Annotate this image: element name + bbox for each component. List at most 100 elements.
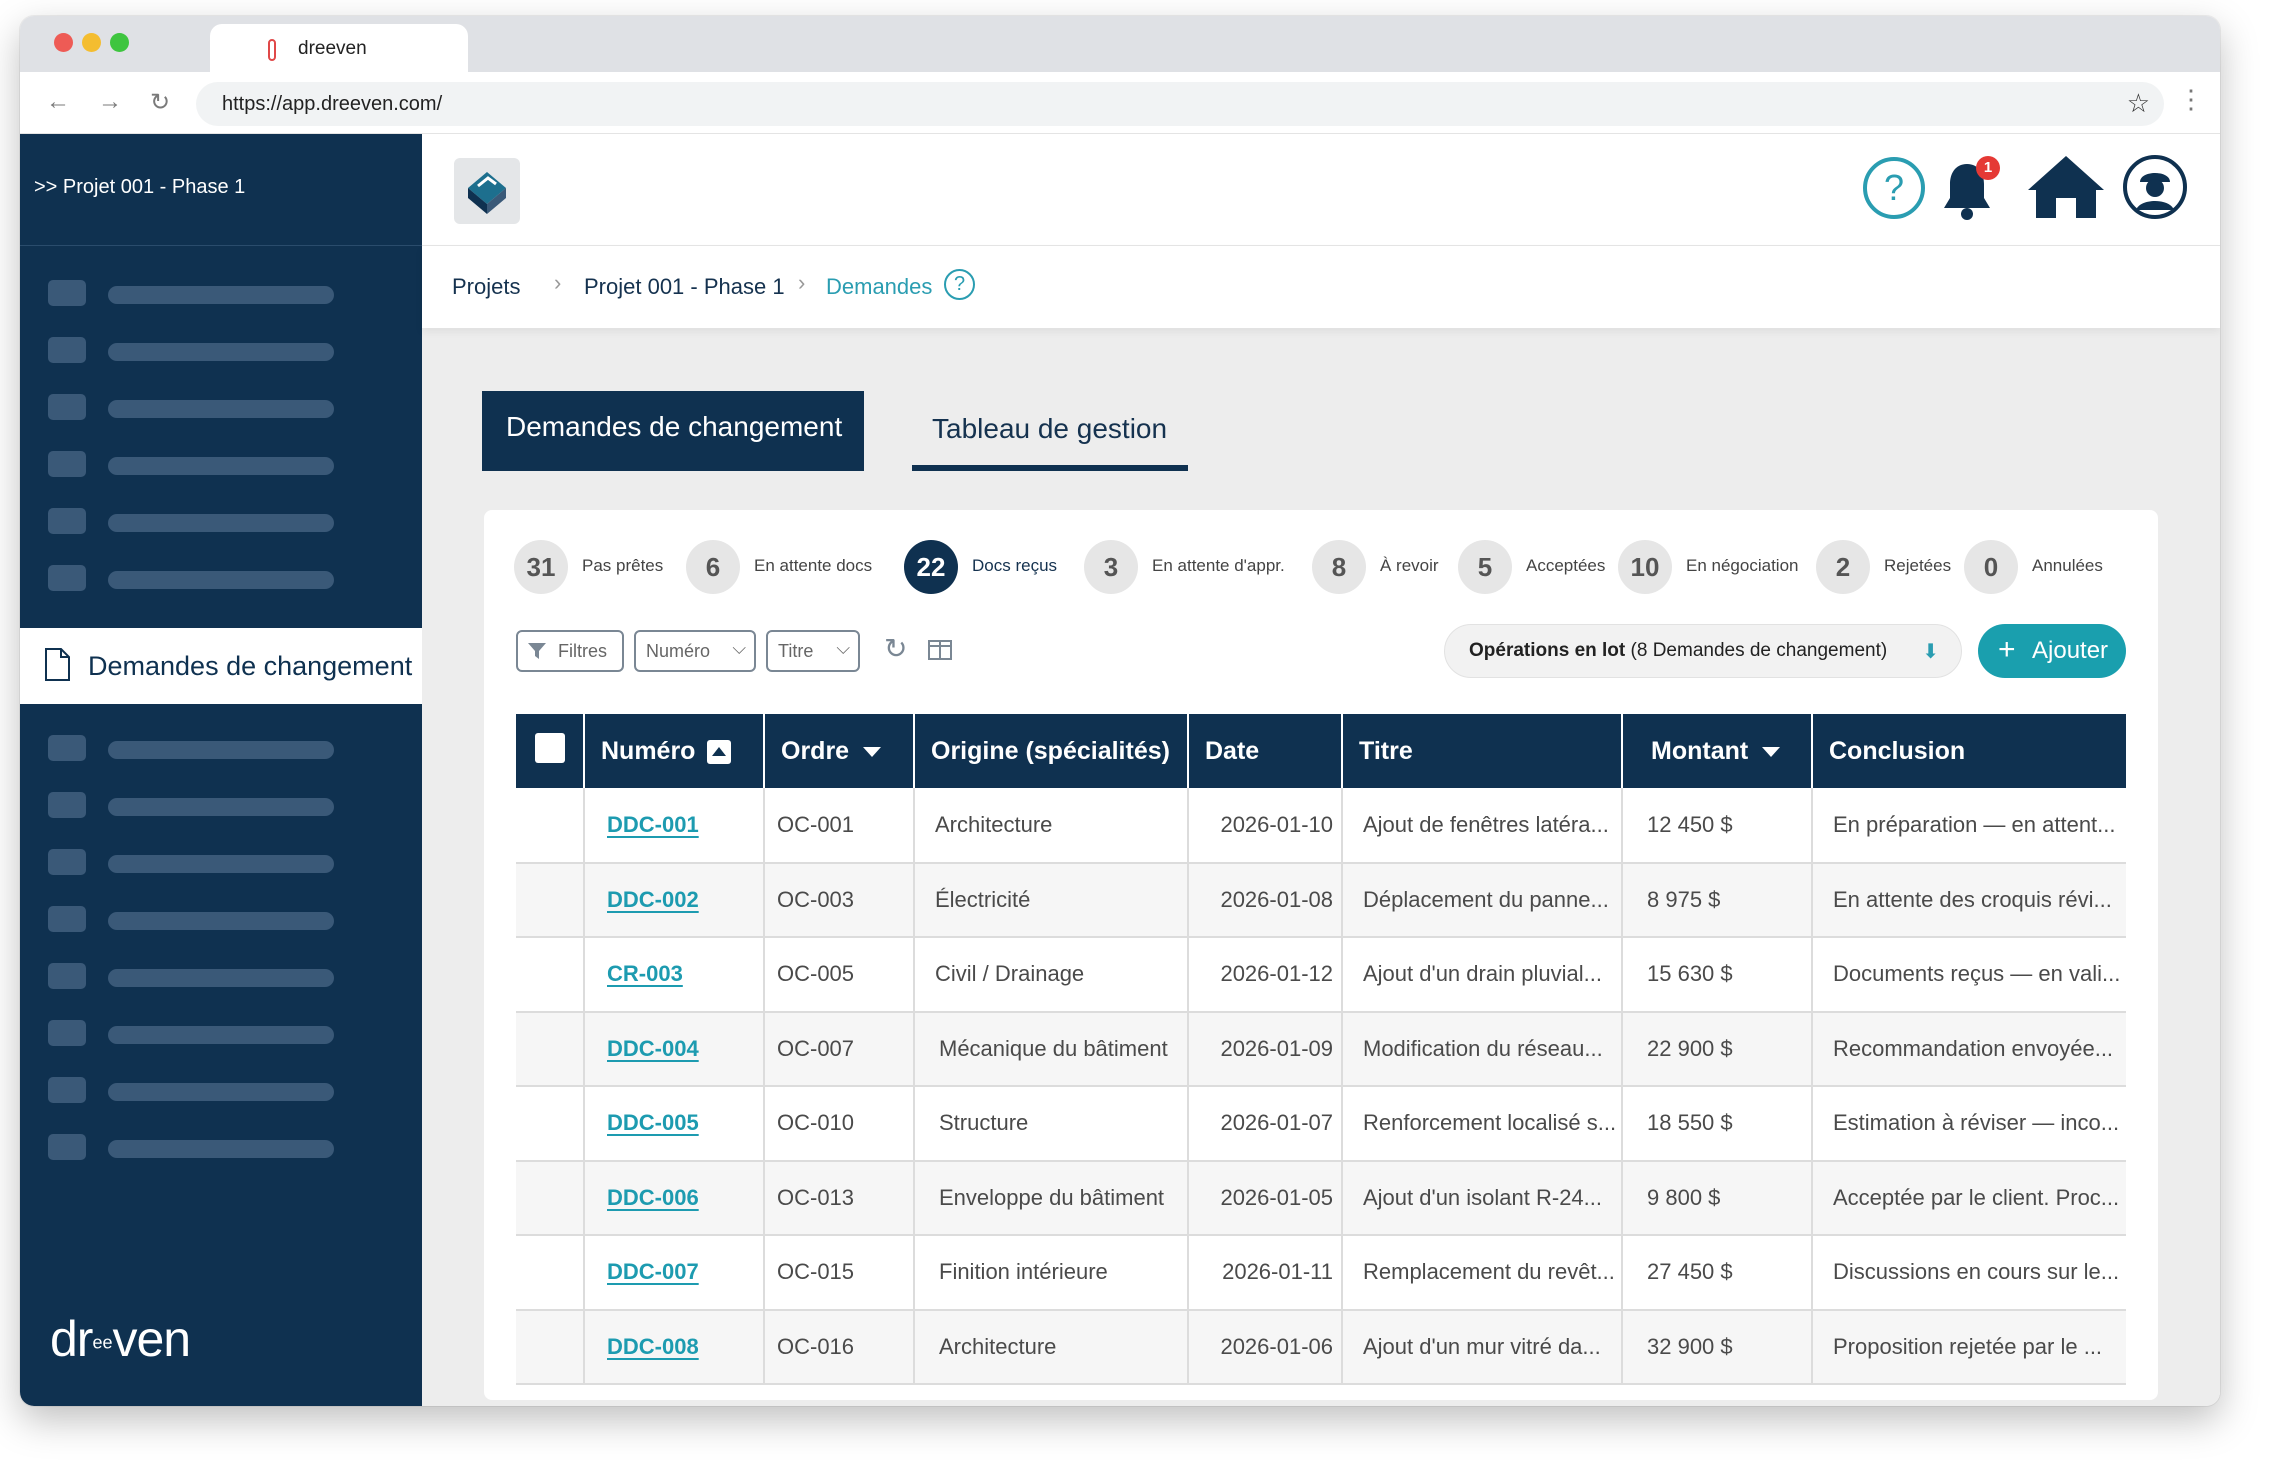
column-header-titre[interactable]: Titre bbox=[1342, 714, 1623, 788]
numero-select[interactable]: Numéro ⌵ bbox=[634, 630, 756, 672]
sidebar-item-placeholder[interactable] bbox=[48, 394, 378, 420]
sidebar-item-placeholder[interactable] bbox=[48, 280, 378, 306]
titre-cell: Ajout d'un mur vitré da... bbox=[1342, 1309, 1623, 1385]
row-checkbox-cell[interactable] bbox=[516, 1235, 585, 1311]
request-link[interactable]: DDC-004 bbox=[607, 1036, 699, 1061]
sidebar-item-placeholder[interactable] bbox=[48, 849, 378, 875]
column-header-date[interactable]: Date bbox=[1188, 714, 1343, 788]
user-avatar-icon[interactable] bbox=[2122, 154, 2188, 220]
stat-label: Pas prêtes bbox=[582, 556, 664, 575]
browser-menu-icon[interactable]: ⋮ bbox=[2178, 84, 2204, 115]
request-link[interactable]: DDC-006 bbox=[607, 1185, 699, 1210]
requests-card: 31 Pas prêtes 6 En attente docs 22 Docs reç… bbox=[484, 510, 2158, 1400]
conclusion-cell: En préparation — en attent... bbox=[1812, 788, 2126, 864]
origine-cell: Architecture bbox=[914, 788, 1189, 864]
table-row[interactable]: DDC-008 OC-016 Architecture 2026-01-06 A… bbox=[516, 1309, 2126, 1385]
help-icon[interactable]: ? bbox=[1862, 156, 1926, 220]
sidebar-item-placeholder[interactable] bbox=[48, 451, 378, 477]
table-row[interactable]: DDC-005 OC-010 Structure 2026-01-07 Renf… bbox=[516, 1086, 2126, 1162]
browser-tab[interactable]: dreeven bbox=[210, 24, 468, 72]
columns-icon[interactable] bbox=[928, 640, 952, 660]
tab-tableau[interactable]: Tableau de gestion bbox=[912, 391, 1188, 471]
row-checkbox-cell[interactable] bbox=[516, 1309, 585, 1385]
url-text: https://app.dreeven.com/ bbox=[222, 93, 443, 115]
breadcrumb-projets[interactable]: Projets bbox=[452, 274, 520, 300]
tab-demandes[interactable]: Demandes de changement bbox=[482, 391, 864, 471]
batch-operations-button[interactable]: Opérations en lot (8 Demandes de changem… bbox=[1444, 624, 1962, 678]
request-link[interactable]: CR-003 bbox=[607, 961, 683, 986]
table-row[interactable]: DDC-002 OC-003 Électricité 2026-01-08 Dé… bbox=[516, 862, 2126, 938]
montant-cell: 27 450 $ bbox=[1622, 1235, 1813, 1311]
sidebar-project-link[interactable]: >> Projet 001 - Phase 1 bbox=[34, 176, 245, 199]
table-row[interactable]: CR-003 OC-005 Civil / Drainage 2026-01-1… bbox=[516, 937, 2126, 1013]
sidebar-item-placeholder[interactable] bbox=[48, 1077, 378, 1103]
stat-label: En négociation bbox=[1686, 556, 1799, 575]
app-logo-icon[interactable] bbox=[454, 158, 520, 224]
table-row[interactable]: DDC-004 OC-007 Mécanique du bâtiment 202… bbox=[516, 1011, 2126, 1087]
requests-table: Numéro Ordre Origine (spécialités) Date … bbox=[516, 714, 2126, 1385]
sidebar-item-placeholder[interactable] bbox=[48, 508, 378, 534]
add-button[interactable]: + Ajouter bbox=[1978, 624, 2126, 678]
montant-cell: 22 900 $ bbox=[1622, 1011, 1813, 1087]
origine-cell: Mécanique du bâtiment bbox=[914, 1011, 1189, 1087]
bookmark-star-icon[interactable]: ☆ bbox=[2127, 88, 2150, 119]
request-link[interactable]: DDC-001 bbox=[607, 812, 699, 837]
ordre-cell: OC-016 bbox=[764, 1309, 915, 1385]
back-icon[interactable]: ← bbox=[46, 88, 70, 116]
column-header-conclusion[interactable]: Conclusion bbox=[1812, 714, 2126, 788]
row-checkbox-cell[interactable] bbox=[516, 1160, 585, 1236]
caret-down-icon[interactable] bbox=[863, 746, 882, 757]
request-link[interactable]: DDC-007 bbox=[607, 1259, 699, 1284]
column-header-numero[interactable]: Numéro bbox=[584, 714, 765, 788]
row-checkbox-cell[interactable] bbox=[516, 1086, 585, 1162]
row-checkbox-cell[interactable] bbox=[516, 788, 585, 864]
caret-down-icon[interactable] bbox=[1762, 746, 1781, 757]
column-header-origine[interactable]: Origine (spécialités) bbox=[914, 714, 1189, 788]
main-content: ? 1 Projets › Projet 001 - Phase 1 › Dem… bbox=[422, 134, 2220, 1406]
download-icon: ⬇ bbox=[1922, 641, 1939, 663]
breadcrumb-demandes[interactable]: Demandes bbox=[826, 274, 932, 300]
row-checkbox-cell[interactable] bbox=[516, 937, 585, 1013]
titre-select[interactable]: Titre ⌵ bbox=[766, 630, 860, 672]
reload-icon[interactable]: ↻ bbox=[150, 88, 170, 117]
table-row[interactable]: DDC-007 OC-015 Finition intérieure 2026-… bbox=[516, 1235, 2126, 1311]
date-cell: 2026-01-08 bbox=[1188, 862, 1343, 938]
sidebar-item-placeholder[interactable] bbox=[48, 906, 378, 932]
filters-button[interactable]: Filtres bbox=[516, 630, 624, 672]
sidebar-item-placeholder[interactable] bbox=[48, 565, 378, 591]
table-row[interactable]: DDC-006 OC-013 Enveloppe du bâtiment 202… bbox=[516, 1160, 2126, 1236]
request-link[interactable]: DDC-005 bbox=[607, 1110, 699, 1135]
breadcrumb-project[interactable]: Projet 001 - Phase 1 bbox=[584, 274, 785, 300]
close-window-button[interactable] bbox=[54, 33, 73, 52]
forward-icon[interactable]: → bbox=[98, 88, 122, 116]
sidebar-item-demandes[interactable]: Demandes de changement bbox=[20, 628, 422, 704]
minimize-window-button[interactable] bbox=[82, 33, 101, 52]
row-checkbox-cell[interactable] bbox=[516, 862, 585, 938]
request-link[interactable]: DDC-002 bbox=[607, 887, 699, 912]
request-link[interactable]: DDC-008 bbox=[607, 1334, 699, 1359]
stat-label: Docs reçus bbox=[972, 556, 1058, 575]
browser-tab-title: dreeven bbox=[298, 38, 367, 59]
refresh-icon[interactable]: ↻ bbox=[884, 632, 907, 665]
row-checkbox-cell[interactable] bbox=[516, 1011, 585, 1087]
url-field[interactable]: https://app.dreeven.com/ ☆ bbox=[196, 82, 2164, 126]
browser-titlebar: dreeven bbox=[20, 16, 2220, 72]
sidebar-item-placeholder[interactable] bbox=[48, 1134, 378, 1160]
stat-label: Rejetées bbox=[1884, 556, 1952, 575]
maximize-window-button[interactable] bbox=[110, 33, 129, 52]
home-icon[interactable] bbox=[2026, 152, 2106, 222]
date-cell: 2026-01-09 bbox=[1188, 1011, 1343, 1087]
sidebar-item-placeholder[interactable] bbox=[48, 963, 378, 989]
column-header-montant[interactable]: Montant bbox=[1622, 714, 1813, 788]
sort-ascending-icon[interactable] bbox=[707, 739, 732, 764]
conclusion-cell: Discussions en cours sur le... bbox=[1812, 1235, 2126, 1311]
help-icon[interactable]: ? bbox=[944, 269, 975, 300]
sidebar-item-placeholder[interactable] bbox=[48, 1020, 378, 1046]
notifications[interactable]: 1 bbox=[1940, 156, 2010, 226]
sidebar-item-placeholder[interactable] bbox=[48, 337, 378, 363]
sidebar-item-placeholder[interactable] bbox=[48, 792, 378, 818]
table-row[interactable]: DDC-001 OC-001 Architecture 2026-01-10 A… bbox=[516, 788, 2126, 864]
column-header-ordre[interactable]: Ordre bbox=[764, 714, 915, 788]
sidebar-item-placeholder[interactable] bbox=[48, 735, 378, 761]
select-all-checkbox[interactable] bbox=[516, 714, 585, 788]
